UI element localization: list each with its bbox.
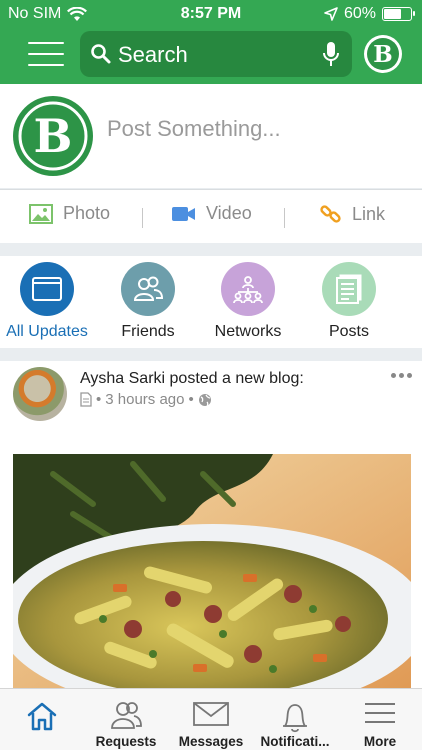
- media-divider: [142, 208, 143, 228]
- feed-item[interactable]: Aysha Sarki posted a new blog: • 3 hours…: [0, 361, 422, 691]
- user-avatar: B: [13, 96, 93, 176]
- post-composer[interactable]: B Post Something...: [0, 84, 422, 188]
- media-divider: [284, 208, 285, 228]
- blog-cover-image[interactable]: [13, 454, 411, 691]
- profile-avatar-button[interactable]: B: [364, 35, 402, 73]
- status-bar: No SIM 8:57 PM 60%: [0, 0, 422, 28]
- feed-item-time: 3 hours ago: [105, 391, 185, 408]
- search-input[interactable]: Search: [80, 31, 352, 77]
- photo-label: Photo: [63, 203, 111, 223]
- battery-percent: 60%: [343, 5, 376, 22]
- author-avatar[interactable]: [13, 367, 67, 421]
- microphone-icon[interactable]: [322, 41, 340, 68]
- nav-home[interactable]: [0, 689, 84, 750]
- friends-icon: [121, 262, 175, 316]
- feed-item-title[interactable]: Aysha Sarki posted a new blog:: [80, 370, 304, 388]
- nav-more[interactable]: More: [338, 689, 422, 750]
- composer-placeholder: Post Something...: [107, 116, 281, 141]
- media-action-row: Photo Video Link: [0, 189, 422, 243]
- app-screen: No SIM 8:57 PM 60% Search B B Post Somet…: [0, 0, 422, 750]
- globe-icon: [198, 393, 211, 406]
- notifications-icon: [283, 704, 307, 733]
- link-icon: [320, 205, 341, 223]
- more-options-button[interactable]: [391, 373, 412, 378]
- tab-label: Networks: [214, 323, 282, 340]
- search-placeholder: Search: [118, 42, 188, 67]
- app-header: Search B: [0, 28, 422, 84]
- tab-label: All Updates: [6, 323, 88, 340]
- nav-label: Notificati...: [260, 734, 330, 749]
- networks-icon: [221, 262, 275, 316]
- bottom-tab-bar: Requests Messages Notificati... More: [0, 688, 422, 750]
- location-arrow-icon: [324, 7, 338, 21]
- tab-networks[interactable]: Networks: [198, 262, 298, 341]
- menu-button[interactable]: [28, 42, 64, 70]
- requests-icon: [111, 702, 142, 729]
- nav-label: More: [363, 734, 397, 749]
- tab-all-updates[interactable]: All Updates: [0, 262, 97, 341]
- video-button[interactable]: Video: [172, 203, 252, 224]
- meta-separator: •: [96, 391, 102, 408]
- nav-label: Requests: [95, 734, 157, 749]
- all-updates-icon: [20, 262, 74, 316]
- tab-label: Friends: [121, 323, 175, 340]
- photo-button[interactable]: Photo: [29, 203, 110, 224]
- photo-icon: [29, 203, 53, 224]
- messages-icon: [193, 702, 229, 726]
- tab-label: Posts: [328, 323, 369, 340]
- nav-notifications[interactable]: Notificati...: [253, 689, 337, 750]
- link-label: Link: [352, 203, 386, 224]
- svg-text:B: B: [373, 41, 392, 68]
- meta-separator: •: [188, 391, 194, 408]
- video-label: Video: [206, 203, 252, 223]
- tab-posts[interactable]: Posts: [299, 262, 399, 341]
- svg-text:B: B: [34, 109, 73, 163]
- link-button[interactable]: Link: [320, 203, 385, 225]
- home-icon: [27, 702, 57, 731]
- nav-messages[interactable]: Messages: [169, 689, 253, 750]
- more-icon: [365, 703, 395, 723]
- nav-requests[interactable]: Requests: [84, 689, 168, 750]
- updates-filter-tabs: All Updates Friends Networks Posts: [0, 256, 422, 348]
- brand-logo-icon: B: [367, 38, 399, 70]
- brand-logo-icon: B: [18, 101, 88, 171]
- status-right: 60%: [324, 5, 415, 23]
- search-icon: [91, 44, 111, 64]
- tab-friends[interactable]: Friends: [98, 262, 198, 341]
- posts-icon: [322, 262, 376, 316]
- feed-item-meta: • 3 hours ago •: [80, 391, 212, 408]
- document-icon: [80, 392, 92, 407]
- video-icon: [172, 206, 195, 221]
- nav-label: Messages: [178, 734, 244, 749]
- battery-icon: [382, 7, 415, 21]
